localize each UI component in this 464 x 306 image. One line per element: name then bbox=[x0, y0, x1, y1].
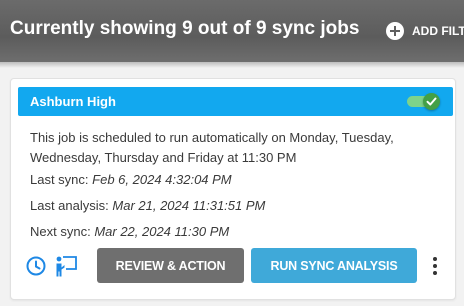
presentation-icon[interactable] bbox=[54, 254, 77, 277]
last-sync-label: Last sync: bbox=[30, 172, 89, 187]
more-vert-icon[interactable] bbox=[429, 255, 441, 277]
job-name: Ashburn High bbox=[30, 94, 116, 109]
last-analysis-label: Last analysis: bbox=[30, 198, 109, 213]
sync-job-card: Ashburn High This job is scheduled to ru… bbox=[10, 78, 456, 300]
top-bar: Currently showing 9 out of 9 sync jobs A… bbox=[0, 0, 464, 62]
last-sync-value: Feb 6, 2024 4:32:04 PM bbox=[92, 172, 232, 187]
last-sync-row: Last sync: Feb 6, 2024 4:32:04 PM bbox=[30, 172, 232, 187]
review-action-button[interactable]: REVIEW & ACTION bbox=[97, 248, 244, 283]
next-sync-value: Mar 22, 2024 11:30 PM bbox=[94, 224, 230, 239]
next-sync-label: Next sync: bbox=[30, 224, 91, 239]
next-sync-row: Next sync: Mar 22, 2024 11:30 PM bbox=[30, 224, 229, 239]
check-icon bbox=[423, 93, 440, 110]
last-analysis-value: Mar 21, 2024 11:31:51 PM bbox=[112, 198, 266, 213]
page-title: Currently showing 9 out of 9 sync jobs bbox=[10, 18, 360, 39]
add-filter-button[interactable]: ADD FILT bbox=[386, 21, 464, 41]
card-header: Ashburn High bbox=[18, 87, 453, 116]
job-enabled-toggle[interactable] bbox=[407, 93, 443, 110]
top-bar-shadow bbox=[0, 62, 464, 68]
add-circle-icon bbox=[386, 22, 404, 40]
add-filter-label: ADD FILT bbox=[412, 24, 464, 38]
last-analysis-row: Last analysis: Mar 21, 2024 11:31:51 PM bbox=[30, 198, 265, 213]
clock-icon[interactable] bbox=[25, 255, 47, 277]
schedule-description: This job is scheduled to run automatical… bbox=[30, 130, 394, 165]
run-sync-analysis-button[interactable]: RUN SYNC ANALYSIS bbox=[251, 248, 417, 283]
